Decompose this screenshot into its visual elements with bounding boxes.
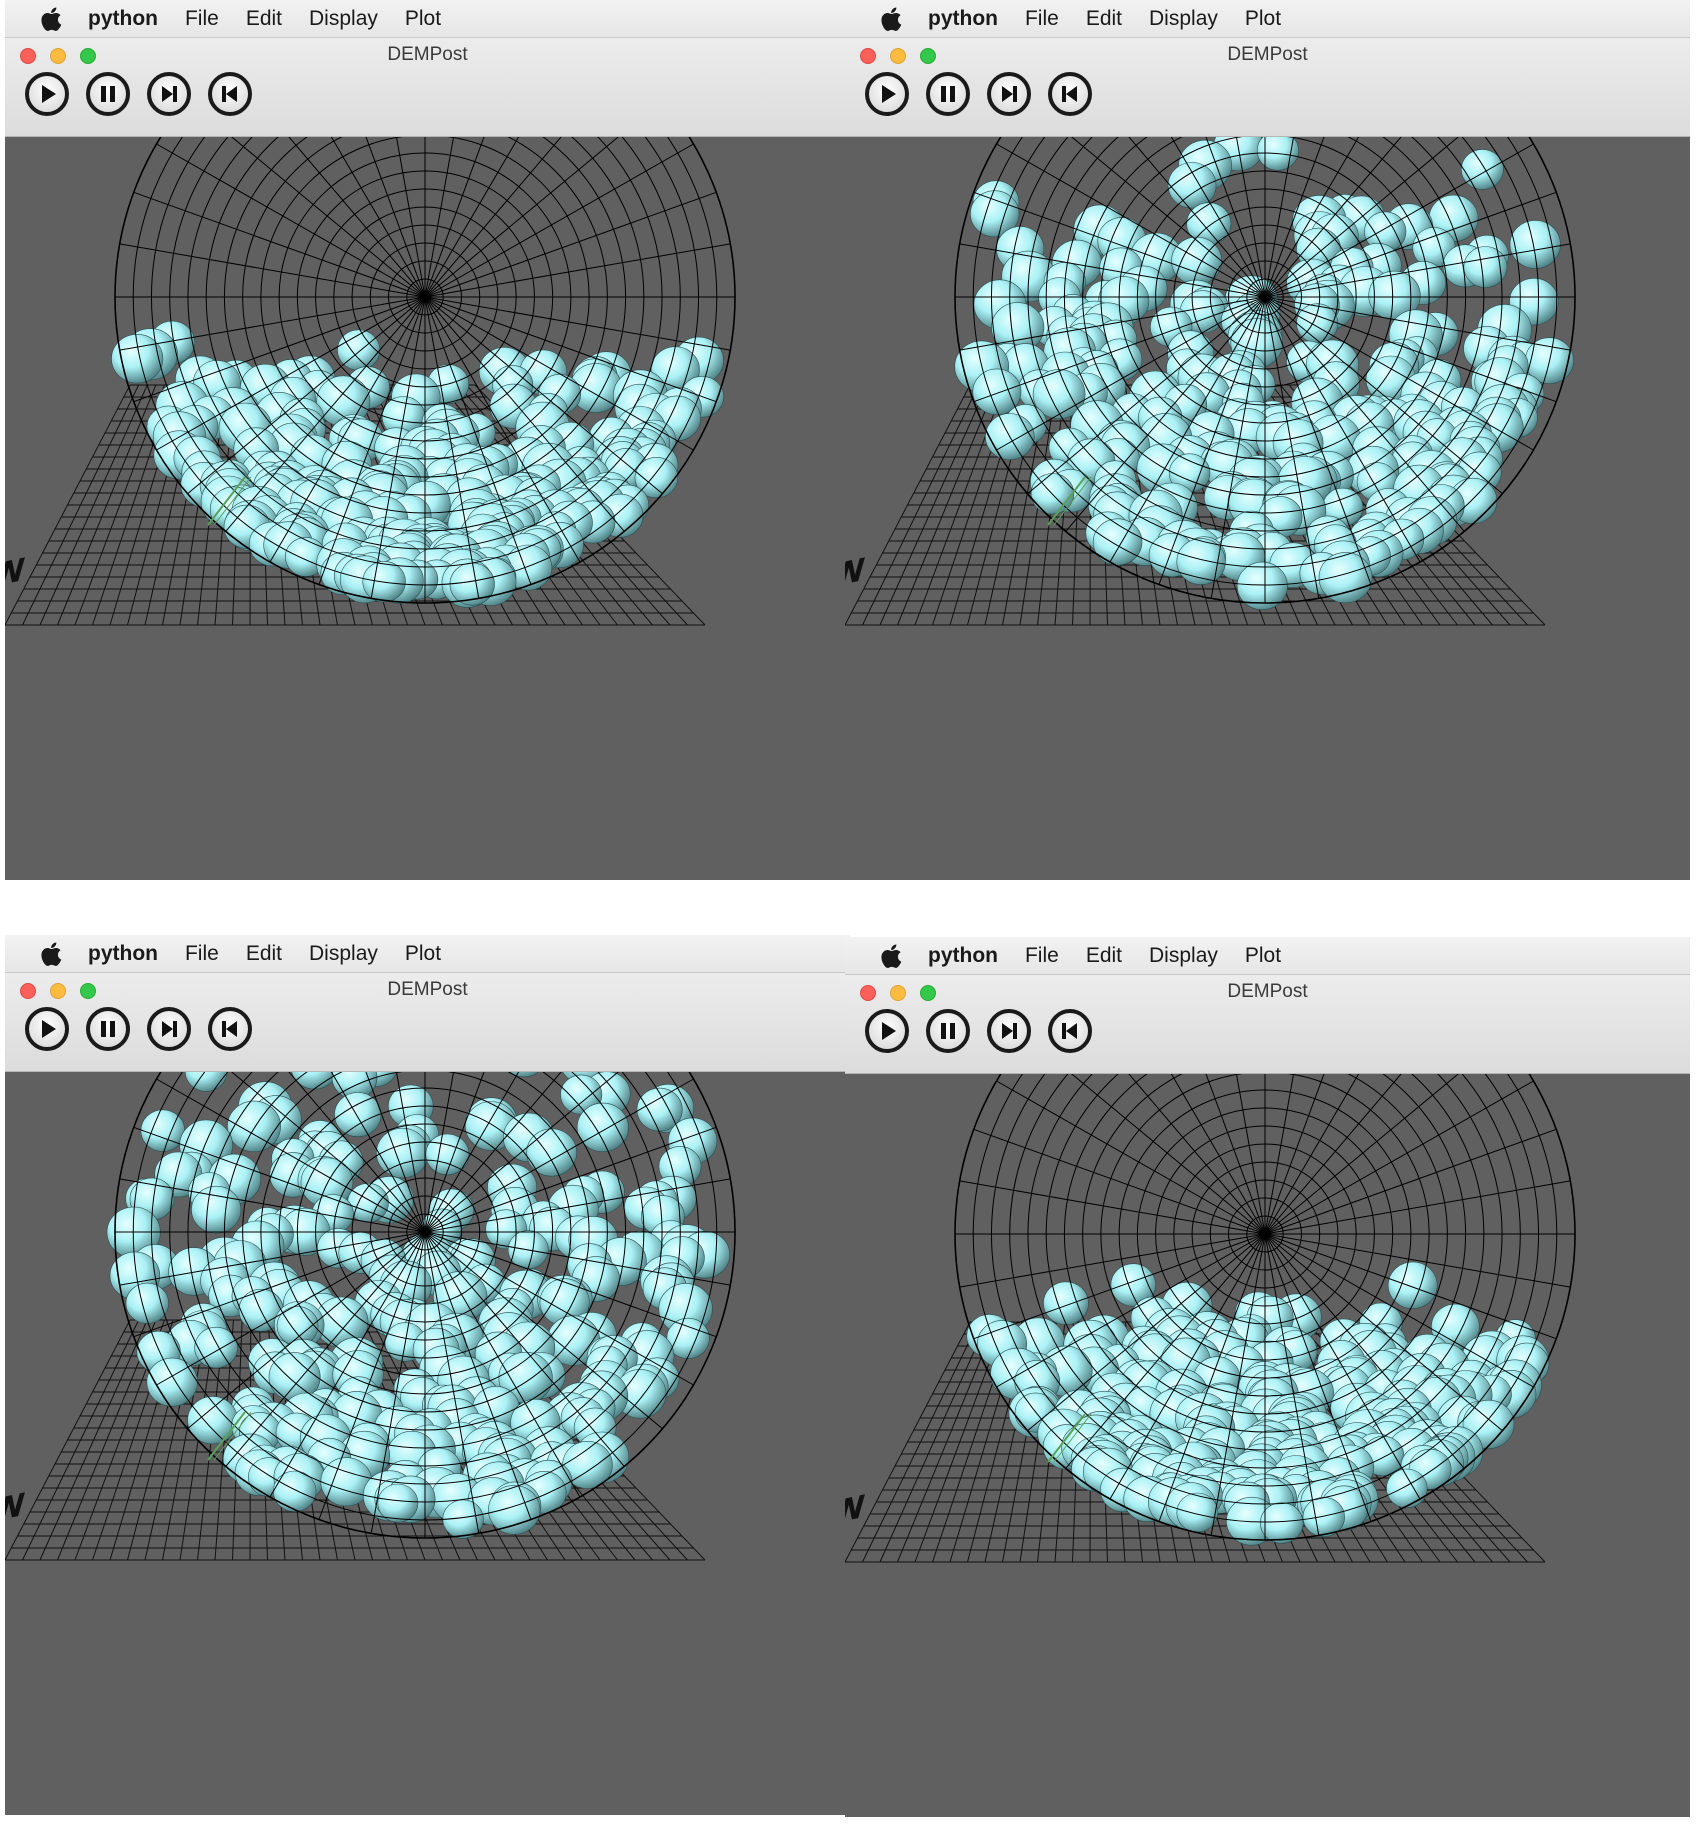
menu-bar: python File Edit Display Plot [5, 935, 850, 973]
3d-viewport[interactable]: N [5, 1072, 850, 1815]
menu-display[interactable]: Display [309, 942, 378, 966]
demp-window-top-left: python File Edit Display Plot DEMPost N [5, 0, 850, 880]
apple-logo-icon[interactable] [880, 6, 904, 32]
menu-edit[interactable]: Edit [246, 7, 282, 31]
menu-edit[interactable]: Edit [246, 942, 282, 966]
menu-app-name[interactable]: python [928, 944, 998, 968]
step-forward-icon [1002, 86, 1017, 102]
step-backward-icon [222, 1021, 237, 1037]
step-backward-button[interactable] [208, 72, 252, 116]
menu-plot[interactable]: Plot [405, 942, 441, 966]
menu-plot[interactable]: Plot [1245, 944, 1281, 968]
window-title: DEMPost [387, 979, 468, 1000]
step-forward-button[interactable] [147, 1007, 191, 1051]
menu-file[interactable]: File [1025, 944, 1059, 968]
menu-edit[interactable]: Edit [1086, 7, 1122, 31]
menu-bar: python File Edit Display Plot [845, 0, 1690, 38]
play-icon [882, 85, 896, 103]
play-button[interactable] [865, 72, 909, 116]
play-icon [42, 85, 56, 103]
step-forward-icon [162, 86, 177, 102]
step-backward-button[interactable] [1048, 1009, 1092, 1053]
pause-button[interactable] [926, 72, 970, 116]
play-button[interactable] [25, 1007, 69, 1051]
pause-icon [941, 1023, 955, 1039]
demp-window-top-right: python File Edit Display Plot DEMPost N [845, 0, 1690, 880]
step-forward-button[interactable] [987, 72, 1031, 116]
step-backward-button[interactable] [1048, 72, 1092, 116]
window-titlebar: DEMPost [845, 975, 1690, 1074]
menu-display[interactable]: Display [1149, 944, 1218, 968]
pause-button[interactable] [926, 1009, 970, 1053]
menu-bar: python File Edit Display Plot [845, 937, 1690, 975]
apple-logo-icon[interactable] [40, 941, 64, 967]
step-backward-icon [1062, 86, 1077, 102]
menu-file[interactable]: File [185, 7, 219, 31]
step-forward-icon [162, 1021, 177, 1037]
apple-logo-icon[interactable] [40, 6, 64, 32]
play-icon [42, 1020, 56, 1038]
window-title: DEMPost [387, 44, 468, 65]
pause-icon [101, 86, 115, 102]
menu-app-name[interactable]: python [88, 7, 158, 31]
pause-button[interactable] [86, 72, 130, 116]
menu-plot[interactable]: Plot [405, 7, 441, 31]
axis-label: N [845, 1487, 870, 1531]
pause-icon [101, 1021, 115, 1037]
step-backward-icon [1062, 1023, 1077, 1039]
menu-file[interactable]: File [1025, 7, 1059, 31]
menu-bar: python File Edit Display Plot [5, 0, 850, 38]
menu-file[interactable]: File [185, 942, 219, 966]
axis-label: N [5, 550, 30, 594]
menu-edit[interactable]: Edit [1086, 944, 1122, 968]
menu-app-name[interactable]: python [928, 7, 998, 31]
window-title: DEMPost [1227, 981, 1308, 1002]
menu-display[interactable]: Display [1149, 7, 1218, 31]
pause-icon [941, 86, 955, 102]
demp-window-bottom-left: python File Edit Display Plot DEMPost N [5, 935, 850, 1815]
axis-label: N [845, 550, 870, 594]
menu-app-name[interactable]: python [88, 942, 158, 966]
apple-logo-icon[interactable] [880, 943, 904, 969]
3d-viewport[interactable]: N [845, 137, 1690, 880]
window-titlebar: DEMPost [5, 38, 850, 137]
step-forward-button[interactable] [987, 1009, 1031, 1053]
pause-button[interactable] [86, 1007, 130, 1051]
demp-window-bottom-right: python File Edit Display Plot DEMPost N [845, 937, 1690, 1817]
window-titlebar: DEMPost [5, 973, 850, 1072]
play-button[interactable] [25, 72, 69, 116]
step-backward-icon [222, 86, 237, 102]
menu-display[interactable]: Display [309, 7, 378, 31]
play-button[interactable] [865, 1009, 909, 1053]
window-title: DEMPost [1227, 44, 1308, 65]
axis-label: N [5, 1485, 30, 1529]
window-titlebar: DEMPost [845, 38, 1690, 137]
step-backward-button[interactable] [208, 1007, 252, 1051]
step-forward-icon [1002, 1023, 1017, 1039]
3d-viewport[interactable]: N [5, 137, 850, 880]
step-forward-button[interactable] [147, 72, 191, 116]
3d-viewport[interactable]: N [845, 1074, 1690, 1817]
play-icon [882, 1022, 896, 1040]
menu-plot[interactable]: Plot [1245, 7, 1281, 31]
